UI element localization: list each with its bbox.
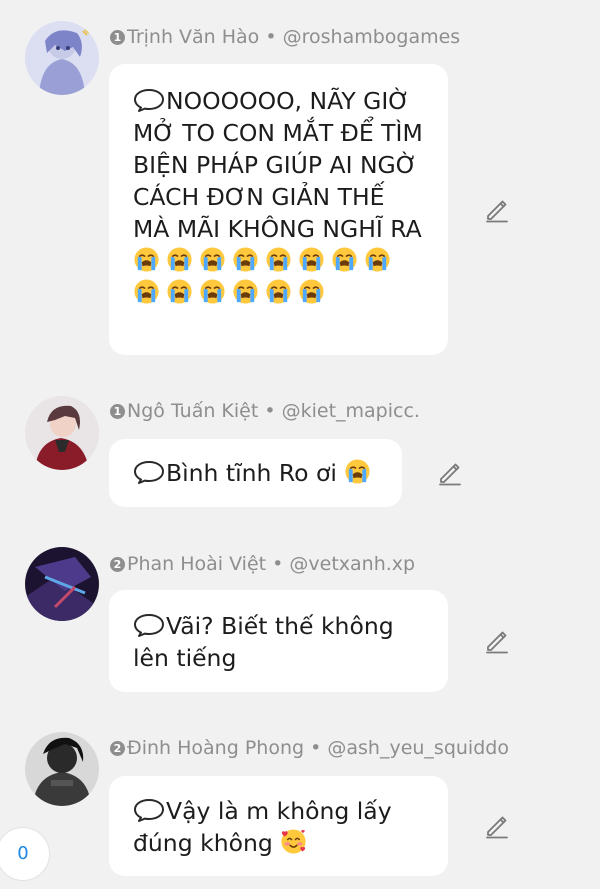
author-handle[interactable]: @roshambogames — [283, 26, 461, 48]
comment-author-line: 2 Phan Hoài Việt • @vetxanh.xp — [110, 552, 415, 576]
separator: • — [304, 737, 328, 759]
comment-text: Vậy là m không lấy đúng không — [133, 797, 392, 857]
avatar[interactable] — [25, 547, 99, 621]
loudly-crying-face-icon — [166, 278, 193, 305]
loudly-crying-face-icon — [199, 246, 226, 273]
speech-bubble-icon — [133, 798, 165, 822]
rank-badge: 1 — [110, 30, 125, 45]
separator: • — [266, 553, 290, 575]
comment-bubble: NOOOOOO, NÃY GIỜ MỞ TO CON MẮT ĐỂ TÌM BI… — [109, 64, 448, 355]
smiling-face-with-hearts-icon — [280, 828, 307, 855]
author-handle[interactable]: @kiet_mapicc. — [282, 400, 420, 422]
speech-bubble-icon — [133, 613, 165, 637]
speech-bubble-icon — [133, 88, 165, 112]
loudly-crying-face-icon — [232, 246, 259, 273]
loudly-crying-face-icon — [133, 278, 160, 305]
counter-button[interactable]: 0 — [0, 827, 50, 881]
rank-badge: 2 — [110, 741, 125, 756]
rank-badge: 2 — [110, 557, 125, 572]
edit-icon[interactable] — [437, 460, 463, 486]
emoji-group — [133, 247, 397, 307]
comment-author-line: 2 Đinh Hoàng Phong • @ash_yeu_squiddo — [110, 736, 509, 760]
avatar[interactable] — [25, 732, 99, 806]
author-handle[interactable]: @vetxanh.xp — [289, 553, 415, 575]
loudly-crying-face-icon — [298, 278, 325, 305]
loudly-crying-face-icon — [232, 278, 259, 305]
emoji-group — [344, 459, 377, 487]
comment-text: NOOOOOO, NÃY GIỜ MỞ TO CON MẮT ĐỂ TÌM BI… — [133, 87, 423, 243]
comment-text: Bình tĩnh Ro ơi — [166, 459, 337, 487]
author-name[interactable]: Đinh Hoàng Phong — [127, 737, 304, 759]
emoji-group — [280, 829, 313, 857]
loudly-crying-face-icon — [265, 246, 292, 273]
loudly-crying-face-icon — [199, 278, 226, 305]
author-name[interactable]: Trịnh Văn Hào — [127, 26, 259, 48]
edit-icon[interactable] — [484, 197, 510, 223]
edit-icon[interactable] — [484, 813, 510, 839]
loudly-crying-face-icon — [364, 246, 391, 273]
loudly-crying-face-icon — [166, 246, 193, 273]
comment-text: Vãi? Biết thế không lên tiếng — [133, 612, 394, 672]
comment-author-line: 1 Ngô Tuấn Kiệt • @kiet_mapicc. — [110, 399, 420, 423]
author-name[interactable]: Phan Hoài Việt — [127, 553, 266, 575]
separator: • — [259, 26, 283, 48]
comment-author-line: 1 Trịnh Văn Hào • @roshambogames — [110, 25, 460, 49]
author-name[interactable]: Ngô Tuấn Kiệt — [127, 400, 258, 422]
avatar[interactable] — [25, 21, 99, 95]
comment-bubble: Bình tĩnh Ro ơi — [109, 439, 402, 507]
author-handle[interactable]: @ash_yeu_squiddo — [327, 737, 509, 759]
speech-bubble-icon — [133, 460, 165, 484]
separator: • — [258, 400, 282, 422]
edit-icon[interactable] — [484, 628, 510, 654]
comment-bubble: Vãi? Biết thế không lên tiếng — [109, 590, 448, 692]
avatar[interactable] — [25, 396, 99, 470]
loudly-crying-face-icon — [344, 458, 371, 485]
comment-bubble: Vậy là m không lấy đúng không — [109, 776, 448, 876]
loudly-crying-face-icon — [133, 246, 160, 273]
loudly-crying-face-icon — [265, 278, 292, 305]
loudly-crying-face-icon — [298, 246, 325, 273]
rank-badge: 1 — [110, 404, 125, 419]
loudly-crying-face-icon — [331, 246, 358, 273]
